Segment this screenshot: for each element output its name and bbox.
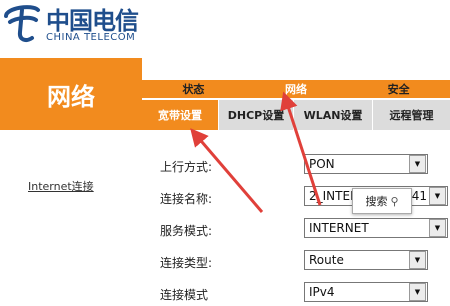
- form-row-uplink: 上行方式: PON ▼: [142, 154, 450, 178]
- chevron-down-icon[interactable]: ▼: [429, 219, 446, 237]
- broadband-form: 上行方式: PON ▼ 连接名称: 2_INTER D_41 ▼ 服务模式: I…: [142, 130, 450, 302]
- form-row-conn-mode: 连接模式 IPv4 ▼: [142, 282, 450, 306]
- uplink-value: PON: [309, 157, 335, 171]
- subtab-remote-management[interactable]: 远程管理: [373, 100, 450, 130]
- conn-mode-label: 连接模式: [160, 288, 209, 302]
- chevron-down-icon[interactable]: ▼: [429, 187, 446, 205]
- conn-name-label: 连接名称:: [160, 192, 213, 206]
- brand-name-en: CHINA TELECOM: [46, 32, 136, 43]
- internet-connection-link[interactable]: Internet连接: [28, 178, 94, 194]
- left-nav: Internet连接: [0, 130, 142, 300]
- uplink-label: 上行方式:: [160, 160, 213, 174]
- form-row-conn-type: 连接类型: Route ▼: [142, 250, 450, 274]
- conn-type-label: 连接类型:: [160, 256, 213, 270]
- conn-mode-select[interactable]: IPv4 ▼: [304, 282, 428, 302]
- search-popup-label: 搜索: [365, 195, 388, 208]
- subtab-wlan-settings[interactable]: WLAN设置: [294, 100, 373, 130]
- sub-nav: 宽带设置 DHCP设置 WLAN设置 远程管理: [142, 100, 450, 130]
- service-mode-value: INTERNET: [309, 221, 369, 235]
- header: 中国电信 CHINA TELECOM: [0, 0, 450, 58]
- tab-network[interactable]: 网络: [245, 80, 348, 98]
- section-title: 网络: [47, 82, 95, 111]
- conn-type-select[interactable]: Route ▼: [304, 250, 428, 270]
- chevron-down-icon[interactable]: ▼: [409, 283, 426, 301]
- conn-mode-value: IPv4: [309, 285, 335, 299]
- chevron-down-icon[interactable]: ▼: [409, 251, 426, 269]
- tab-status[interactable]: 状态: [142, 80, 245, 98]
- conn-type-value: Route: [309, 253, 344, 267]
- uplink-select[interactable]: PON ▼: [304, 154, 428, 174]
- top-nav: 状态 网络 安全: [142, 80, 450, 98]
- service-mode-label: 服务模式:: [160, 224, 213, 238]
- chevron-down-icon[interactable]: ▼: [409, 155, 426, 173]
- section-header: 网络: [0, 58, 142, 130]
- brand-name-cn: 中国电信: [46, 6, 139, 35]
- form-row-service-mode: 服务模式: INTERNET ▼: [142, 218, 450, 242]
- tab-security[interactable]: 安全: [347, 80, 450, 98]
- search-icon: ⚲: [390, 194, 399, 208]
- subtab-dhcp-settings[interactable]: DHCP设置: [219, 100, 294, 130]
- subtab-broadband-settings[interactable]: 宽带设置: [142, 100, 219, 130]
- china-telecom-logo-icon: [4, 5, 40, 42]
- search-popup[interactable]: 搜索 ⚲: [352, 188, 412, 214]
- service-mode-select[interactable]: INTERNET ▼: [304, 218, 448, 238]
